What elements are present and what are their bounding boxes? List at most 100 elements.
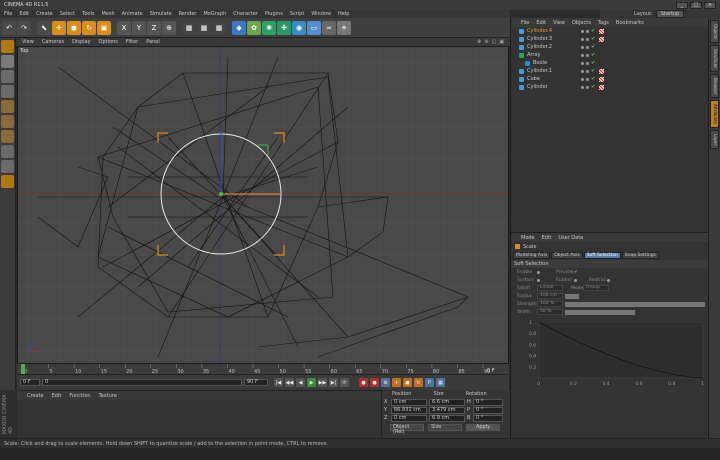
x-axis-icon[interactable]: X bbox=[117, 20, 131, 35]
tab-object-axis[interactable]: Object Axis bbox=[551, 252, 583, 259]
menu-simulate[interactable]: Simulate bbox=[150, 11, 172, 17]
scale-key-icon[interactable]: ◼ bbox=[403, 378, 412, 387]
menu-plugins[interactable]: Plugins bbox=[265, 11, 283, 17]
texture-tag-icon[interactable] bbox=[599, 28, 605, 34]
menu-create[interactable]: Create bbox=[36, 11, 53, 17]
side-tab-attributes[interactable]: Attributes bbox=[710, 99, 719, 128]
preview-checkbox[interactable]: ✔ bbox=[574, 270, 578, 275]
rotate-view-icon[interactable]: ◱ bbox=[492, 39, 497, 45]
editor-visibility-dot[interactable] bbox=[581, 69, 584, 73]
tweak-mode-icon[interactable] bbox=[1, 160, 14, 173]
viewport[interactable]: Top bbox=[17, 46, 509, 364]
scale-icon[interactable]: ◼ bbox=[67, 20, 81, 35]
enabled-check-icon[interactable]: ✔ bbox=[591, 76, 595, 82]
falloff-graph[interactable]: 0 0.2 0.4 0.6 0.8 1 1 0.8 0.6 0.4 0.2 bbox=[517, 318, 707, 388]
render-visibility-dot[interactable] bbox=[586, 85, 589, 89]
light-icon[interactable]: ☀ bbox=[337, 20, 351, 35]
position-field[interactable]: 0 cm bbox=[391, 398, 427, 406]
coord-mode-select[interactable]: Object (Rel) bbox=[390, 424, 424, 435]
go-end-icon[interactable]: ▶| bbox=[329, 378, 338, 387]
pla-key-icon[interactable]: ▦ bbox=[436, 378, 445, 387]
render-visibility-dot[interactable] bbox=[586, 45, 589, 49]
strength-slider[interactable] bbox=[565, 301, 705, 307]
object-menu-objects[interactable]: Objects bbox=[572, 20, 591, 26]
enabled-check-icon[interactable]: ✔ bbox=[591, 28, 595, 34]
rotation-field[interactable]: 0 ° bbox=[473, 398, 503, 406]
toggle-view-icon[interactable]: ▣ bbox=[499, 39, 504, 45]
menu-character[interactable]: Character bbox=[233, 11, 258, 17]
menu-render[interactable]: Render bbox=[179, 11, 197, 17]
editor-visibility-dot[interactable] bbox=[581, 29, 584, 33]
prev-key-icon[interactable]: ◀◀ bbox=[285, 378, 294, 387]
undo-icon[interactable]: ↶ bbox=[2, 20, 16, 35]
deformer-icon[interactable]: ◉ bbox=[292, 20, 306, 35]
go-start-icon[interactable]: |◀ bbox=[274, 378, 283, 387]
rotation-field[interactable]: 0 ° bbox=[473, 406, 503, 414]
menu-edit[interactable]: Edit bbox=[19, 11, 29, 17]
render-visibility-dot[interactable] bbox=[586, 53, 589, 57]
tab-snap-settings[interactable]: Snap Settings bbox=[621, 252, 659, 259]
loop-icon[interactable]: ⟳ bbox=[340, 378, 349, 387]
autokey-icon[interactable]: ● bbox=[370, 378, 379, 387]
viewport-menu-display[interactable]: Display bbox=[72, 39, 90, 45]
side-tab-objects[interactable]: Objects bbox=[710, 20, 719, 44]
maximize-button[interactable]: □ bbox=[690, 1, 702, 9]
render-visibility-dot[interactable] bbox=[586, 29, 589, 33]
current-frame-field[interactable]: 0 bbox=[42, 379, 242, 386]
menu-tools[interactable]: Tools bbox=[82, 11, 94, 17]
size-field[interactable]: 6.6 cm bbox=[429, 398, 465, 406]
radius-slider[interactable] bbox=[565, 293, 579, 299]
viewport-menu-view[interactable]: View bbox=[22, 39, 34, 45]
editor-visibility-dot[interactable] bbox=[581, 37, 584, 41]
texture-mode-icon[interactable] bbox=[1, 70, 14, 83]
radius-field[interactable]: 100 cm bbox=[537, 293, 563, 299]
side-tab-browser[interactable]: Browser bbox=[710, 73, 719, 98]
enabled-check-icon[interactable]: ✔ bbox=[591, 44, 595, 50]
enabled-check-icon[interactable]: ✔ bbox=[591, 68, 595, 74]
attribute-menu-mode[interactable]: Mode bbox=[521, 235, 535, 241]
enabled-check-icon[interactable]: ✔ bbox=[591, 60, 595, 66]
enabled-check-icon[interactable]: ✔ bbox=[591, 52, 595, 58]
rotation-field[interactable]: 0 ° bbox=[473, 414, 503, 422]
timeline-playhead[interactable] bbox=[21, 364, 25, 374]
object-menu-edit[interactable]: Edit bbox=[536, 20, 546, 26]
side-tab-structure[interactable]: Structure bbox=[710, 45, 719, 72]
render-visibility-dot[interactable] bbox=[586, 61, 589, 65]
editor-visibility-dot[interactable] bbox=[581, 85, 584, 89]
menu-file[interactable]: File bbox=[4, 11, 12, 17]
pan-icon[interactable]: ✥ bbox=[477, 39, 481, 45]
tab-soft-selection[interactable]: Soft Selection bbox=[583, 252, 621, 259]
minimize-button[interactable]: _ bbox=[676, 1, 688, 9]
cube-icon[interactable]: ◆ bbox=[232, 20, 246, 35]
texture-tag-icon[interactable] bbox=[599, 76, 605, 82]
play-icon[interactable]: ▶ bbox=[307, 378, 316, 387]
tab-modeling-axis[interactable]: Modeling Axis bbox=[513, 252, 551, 259]
keyframe-selection-icon[interactable]: ⊛ bbox=[381, 378, 390, 387]
object-menu-tags[interactable]: Tags bbox=[598, 20, 609, 26]
menu-script[interactable]: Script bbox=[290, 11, 305, 17]
edges-mode-icon[interactable] bbox=[1, 115, 14, 128]
polygons-mode-icon[interactable] bbox=[1, 130, 14, 143]
position-key-icon[interactable]: ✛ bbox=[392, 378, 401, 387]
enable-checkbox[interactable] bbox=[537, 270, 540, 274]
render-picture-viewer-icon[interactable]: ▦ bbox=[197, 20, 211, 35]
object-row[interactable]: Cube ✔ bbox=[511, 75, 708, 83]
enabled-check-icon[interactable]: ✔ bbox=[591, 84, 595, 90]
coord-size-select[interactable]: Size bbox=[428, 424, 462, 431]
material-menu-texture[interactable]: Texture bbox=[99, 393, 117, 399]
texture-tag-icon[interactable] bbox=[599, 68, 605, 74]
render-visibility-dot[interactable] bbox=[586, 37, 589, 41]
coord-system-icon[interactable]: ⊕ bbox=[162, 20, 176, 35]
start-frame-field[interactable]: 0 F bbox=[20, 379, 40, 386]
editor-visibility-dot[interactable] bbox=[581, 45, 584, 49]
side-tab-layer[interactable]: Layer bbox=[710, 129, 719, 149]
width-slider[interactable] bbox=[565, 309, 635, 315]
close-button[interactable]: × bbox=[704, 1, 716, 9]
subdivision-icon[interactable]: ✿ bbox=[247, 20, 261, 35]
parameter-key-icon[interactable]: P bbox=[425, 378, 434, 387]
snap-icon[interactable] bbox=[1, 175, 14, 188]
scene-icon[interactable]: ▭ bbox=[307, 20, 321, 35]
width-field[interactable]: 50 % bbox=[537, 309, 563, 315]
texture-tag-icon[interactable] bbox=[599, 84, 605, 90]
position-field[interactable]: 66.831 cm bbox=[391, 406, 427, 414]
